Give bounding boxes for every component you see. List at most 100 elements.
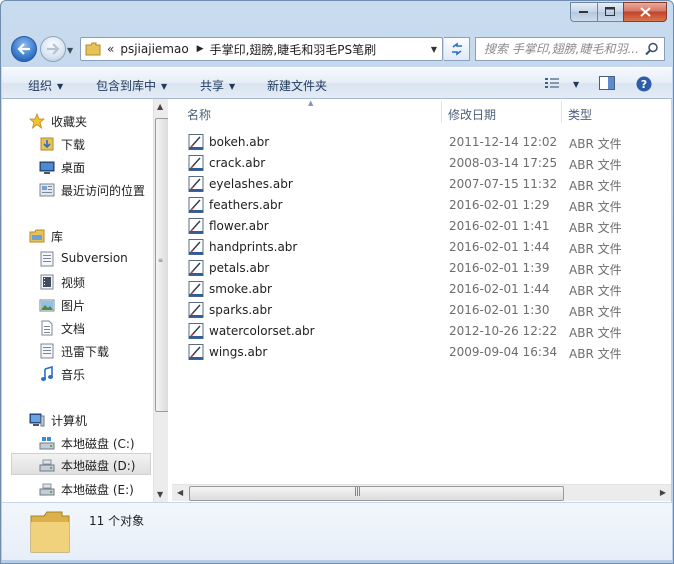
nav-item-videos[interactable]: 视频: [2, 270, 153, 292]
breadcrumb-item[interactable]: psjiajiemao: [120, 42, 188, 56]
scroll-left-icon[interactable]: ◀: [177, 488, 183, 497]
file-row[interactable]: feathers.abr 2016-02-01 1:29 ABR 文件: [185, 195, 655, 216]
search-input[interactable]: [484, 42, 644, 56]
close-button[interactable]: [623, 2, 667, 22]
file-row[interactable]: petals.abr 2016-02-01 1:39 ABR 文件: [185, 258, 655, 279]
include-in-library-menu[interactable]: 包含到库中 ▼: [96, 77, 167, 94]
file-row[interactable]: flower.abr 2016-02-01 1:41 ABR 文件: [185, 216, 655, 237]
refresh-button[interactable]: [444, 37, 470, 61]
organize-menu[interactable]: 组织 ▼: [28, 77, 63, 94]
arrow-left-icon: [17, 43, 30, 55]
column-header-type[interactable]: 类型: [568, 99, 668, 125]
scrollbar-thumb[interactable]: [155, 118, 169, 412]
nav-item-thunder-downloads[interactable]: 迅雷下载: [2, 339, 153, 361]
breadcrumb-separator-icon[interactable]: ▶: [197, 44, 204, 54]
nav-item-drive-d[interactable]: 本地磁盘 (D:): [11, 453, 151, 475]
scroll-up-icon[interactable]: ▲: [157, 102, 163, 111]
address-dropdown[interactable]: ▼: [431, 45, 437, 54]
nav-item-documents[interactable]: 文档: [2, 316, 153, 338]
file-row[interactable]: handprints.abr 2016-02-01 1:44 ABR 文件: [185, 237, 655, 258]
abr-file-icon: [188, 197, 204, 216]
maximize-button[interactable]: [597, 2, 623, 22]
scrollbar-thumb[interactable]: [189, 486, 564, 501]
recent-pages-dropdown[interactable]: ▼: [67, 46, 73, 55]
details-pane: 11 个对象: [2, 502, 672, 560]
column-divider[interactable]: [441, 101, 442, 123]
command-bar: 组织 ▼ 包含到库中 ▼ 共享 ▼ 新建文件夹 ▼ ?: [2, 67, 672, 99]
pictures-library-icon: [39, 299, 55, 312]
file-type: ABR 文件: [569, 263, 622, 277]
scroll-right-icon[interactable]: ▶: [660, 488, 666, 497]
nav-item-music[interactable]: 音乐: [2, 362, 153, 384]
file-date-modified: 2016-02-01 1:39: [449, 261, 550, 275]
caption-buttons: [570, 2, 667, 22]
file-row[interactable]: crack.abr 2008-03-14 17:25 ABR 文件: [185, 153, 655, 174]
file-date-modified: 2016-02-01 1:41: [449, 219, 550, 233]
view-options-icon[interactable]: [544, 76, 560, 90]
file-row[interactable]: watercolorset.abr 2012-10-26 12:22 ABR 文件: [185, 321, 655, 342]
organize-label: 组织: [28, 79, 53, 93]
view-options-dropdown[interactable]: ▼: [568, 77, 579, 91]
nav-item-drive-e[interactable]: 本地磁盘 (E:): [2, 477, 153, 499]
search-icon[interactable]: [645, 42, 659, 56]
file-name: sparks.abr: [209, 303, 273, 317]
file-type: ABR 文件: [569, 221, 622, 235]
abr-file-icon: [188, 344, 204, 363]
chevron-down-icon: ▼: [161, 82, 168, 91]
nav-pane-scrollbar[interactable]: ▲ ≡ ▼: [153, 99, 169, 502]
refresh-icon: [451, 42, 462, 56]
forward-button[interactable]: [40, 36, 66, 62]
nav-libraries[interactable]: 库: [2, 224, 153, 246]
address-bar[interactable]: « psjiajiemao ▶ 手掌印,翅膀,睫毛和羽毛PS笔刷 ▼: [80, 37, 443, 61]
nav-computer[interactable]: 计算机: [2, 408, 153, 430]
search-box[interactable]: [475, 37, 665, 61]
share-label: 共享: [200, 79, 225, 93]
minimize-button[interactable]: [570, 2, 597, 22]
chevron-down-icon: ▼: [573, 80, 580, 89]
file-name: handprints.abr: [209, 240, 298, 254]
nav-item-recent-places[interactable]: 最近访问的位置: [2, 178, 153, 200]
abr-file-icon: [188, 134, 204, 153]
share-menu[interactable]: 共享 ▼: [200, 77, 235, 94]
nav-item-label: 本地磁盘 (D:): [61, 459, 136, 473]
column-divider[interactable]: [561, 101, 562, 123]
nav-item-pictures[interactable]: 图片: [2, 293, 153, 315]
column-header-name[interactable]: 名称: [187, 99, 442, 125]
nav-item-label: 下载: [61, 138, 86, 152]
file-list-hscrollbar[interactable]: ◀ ||| ▶: [172, 484, 671, 501]
file-date-modified: 2007-07-15 11:32: [449, 177, 558, 191]
navigation-pane: 收藏夹 下载 桌面 最近访问的位置 库 Subversion 视频 图片 文档 …: [2, 99, 169, 502]
breadcrumb-overflow[interactable]: «: [107, 42, 114, 56]
back-button[interactable]: [11, 36, 37, 62]
file-row[interactable]: eyelashes.abr 2007-07-15 11:32 ABR 文件: [185, 174, 655, 195]
file-name: wings.abr: [209, 345, 268, 359]
nav-item-label: Subversion: [61, 251, 128, 265]
file-row[interactable]: sparks.abr 2016-02-01 1:30 ABR 文件: [185, 300, 655, 321]
chevron-down-icon: ▼: [229, 82, 236, 91]
column-header-date[interactable]: 修改日期: [448, 99, 563, 125]
scroll-down-icon[interactable]: ▼: [157, 490, 163, 499]
thunder-downloads-icon: [40, 343, 54, 359]
computer-icon: [29, 413, 45, 427]
file-row[interactable]: wings.abr 2009-09-04 16:34 ABR 文件: [185, 342, 655, 363]
nav-item-desktop[interactable]: 桌面: [2, 155, 153, 177]
file-row[interactable]: smoke.abr 2016-02-01 1:44 ABR 文件: [185, 279, 655, 300]
item-count: 11 个对象: [89, 514, 145, 528]
file-date-modified: 2016-02-01 1:44: [449, 282, 550, 296]
nav-item-drive-c[interactable]: 本地磁盘 (C:): [2, 431, 153, 453]
nav-item-subversion[interactable]: Subversion: [2, 247, 153, 269]
file-name: bokeh.abr: [209, 135, 270, 149]
abr-file-icon: [188, 323, 204, 342]
file-date-modified: 2016-02-01 1:30: [449, 303, 550, 317]
help-icon[interactable]: ?: [636, 76, 652, 92]
local-drive-icon: [39, 459, 55, 472]
file-date-modified: 2016-02-01 1:44: [449, 240, 550, 254]
nav-item-downloads[interactable]: 下载: [2, 132, 153, 154]
nav-favorites[interactable]: 收藏夹: [2, 109, 153, 131]
preview-pane-icon[interactable]: [599, 76, 615, 91]
file-row[interactable]: bokeh.abr 2011-12-14 12:02 ABR 文件: [185, 132, 655, 153]
nav-item-label: 迅雷下载: [61, 345, 110, 359]
new-folder-button[interactable]: 新建文件夹: [267, 77, 327, 94]
downloads-folder-icon: [40, 137, 54, 151]
breadcrumb-item[interactable]: 手掌印,翅膀,睫毛和羽毛PS笔刷: [210, 41, 376, 58]
